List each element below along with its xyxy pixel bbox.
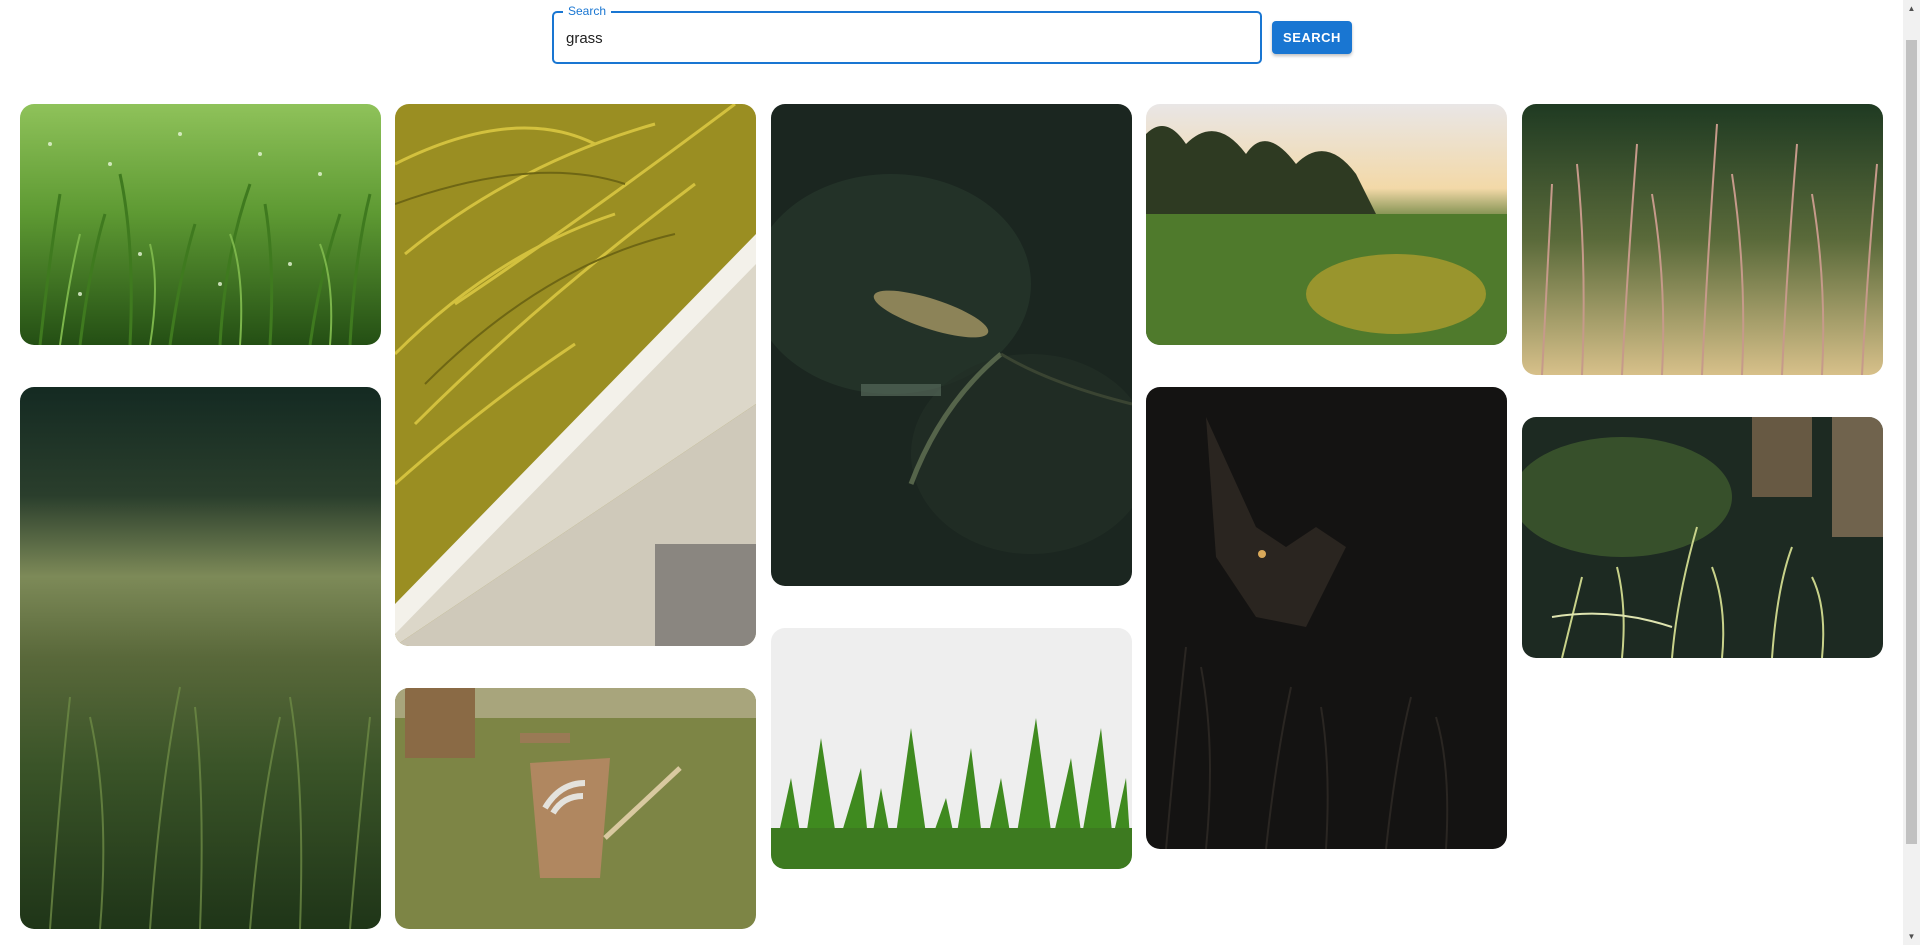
photo-coyote-dark-grass-image [1146, 387, 1507, 849]
scroll-up-arrow-icon[interactable]: ▲ [1903, 0, 1920, 17]
photo-yellow-grass-wall-image [395, 104, 756, 646]
photo-no-wifi-sign[interactable] [395, 688, 756, 929]
photo-backlit-grass-forest-image [1522, 417, 1883, 658]
photo-grass-sunset-image [1146, 104, 1507, 345]
photo-dewy-grass-image [20, 104, 381, 345]
photo-blurred-grass[interactable] [20, 387, 381, 929]
scroll-down-arrow-icon[interactable]: ▼ [1903, 928, 1920, 945]
search-label: Search [563, 3, 612, 19]
search-button[interactable]: SEARCH [1272, 21, 1352, 54]
photo-blurred-grass-image [20, 387, 381, 929]
photo-grass-seed-head[interactable] [771, 104, 1132, 586]
photo-no-wifi-sign-image [395, 688, 756, 929]
photo-coyote-dark-grass[interactable] [1146, 387, 1507, 849]
photo-dewy-grass[interactable] [20, 104, 381, 345]
photo-backlit-grass-forest[interactable] [1522, 417, 1883, 658]
photo-pink-grass-stalks-image [1522, 104, 1883, 375]
image-search-app: Search SEARCH [0, 0, 1920, 945]
search-field[interactable]: Search [552, 3, 1262, 64]
photo-grass-seed-head-image [771, 104, 1132, 586]
scroll-thumb[interactable] [1906, 40, 1917, 844]
page-scrollbar[interactable]: ▲ ▼ [1903, 0, 1920, 945]
photo-pink-grass-stalks[interactable] [1522, 104, 1883, 375]
photo-grass-sunset[interactable] [1146, 104, 1507, 345]
photo-yellow-grass-wall[interactable] [395, 104, 756, 646]
photo-grass-white-background-image [771, 628, 1132, 869]
photo-grass-white-background[interactable] [771, 628, 1132, 869]
search-input[interactable] [566, 27, 1246, 49]
